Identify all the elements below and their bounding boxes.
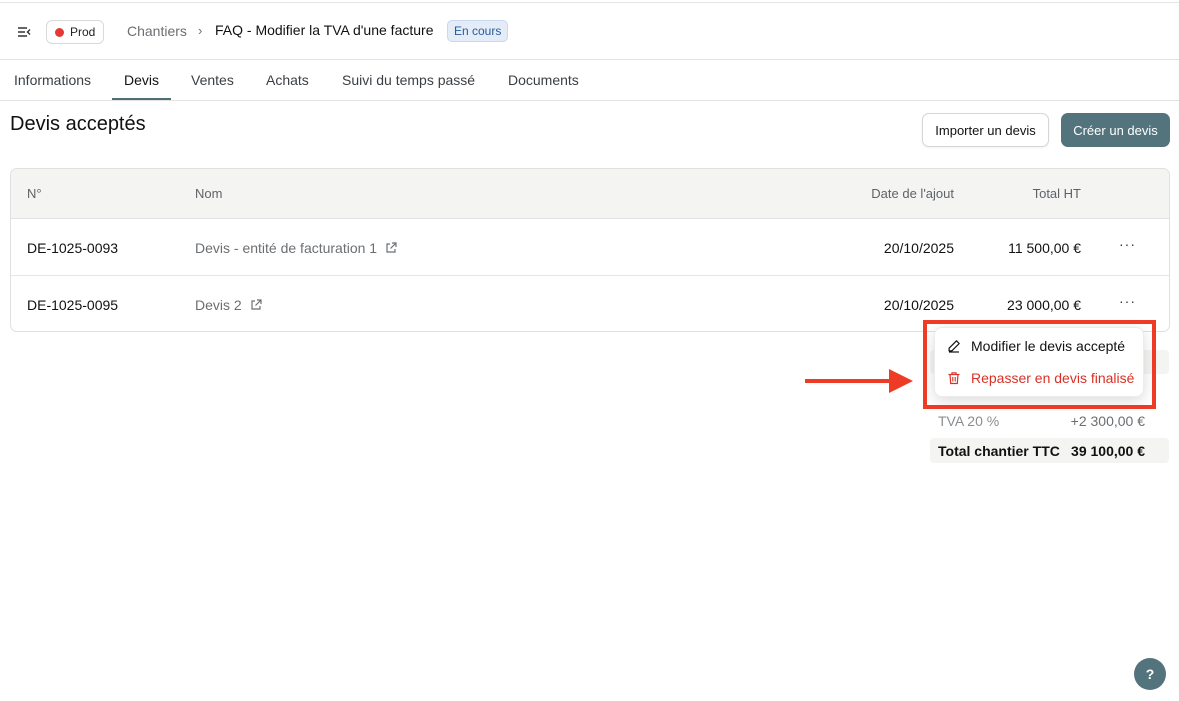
tab-bar: Informations Devis Ventes Achats Suivi d… [0,60,1179,101]
breadcrumb-separator: › [198,23,203,38]
column-header-date: Date de l'ajout [871,186,954,201]
tva-label: TVA 20 % [938,413,1000,429]
sidebar-toggle-icon[interactable] [16,24,32,40]
quote-name: Devis 2 [195,297,242,313]
header-bar: Prod Chantiers › FAQ - Modifier la TVA d… [0,3,1179,60]
table-row[interactable]: DE-1025-0093 Devis - entité de facturati… [11,219,1169,276]
annotation-highlight-box [923,320,1156,409]
row-actions-button[interactable]: ··· [1119,236,1136,252]
tab-informations[interactable]: Informations [14,72,91,88]
external-link-icon [251,299,262,310]
tab-achats[interactable]: Achats [266,72,309,88]
quote-date: 20/10/2025 [883,297,954,313]
column-header-total: Total HT [1032,186,1081,201]
quote-number: DE-1025-0093 [27,240,119,256]
page-title: Devis acceptés [10,113,146,135]
quote-name-link[interactable]: Devis - entité de facturation 1 [195,240,397,256]
environment-badge: Prod [46,20,105,44]
page-breadcrumb-title: FAQ - Modifier la TVA d'une facture [215,22,434,38]
status-badge: En cours [447,20,509,42]
quote-name: Devis - entité de facturation 1 [195,240,378,256]
quote-number: DE-1025-0095 [27,297,119,313]
total-ttc-label: Total chantier TTC [938,443,1060,459]
tab-suivi-temps[interactable]: Suivi du temps passé [342,72,475,88]
total-ttc-row: Total chantier TTC 39 100,00 € [930,438,1169,463]
tab-documents[interactable]: Documents [508,72,579,88]
quote-name-link[interactable]: Devis 2 [195,297,262,313]
import-quote-button[interactable]: Importer un devis [922,113,1049,147]
active-tab-indicator [112,98,171,100]
breadcrumb-chantiers[interactable]: Chantiers [127,23,187,39]
arrow-right-icon [805,369,913,393]
accepted-quotes-table: N° Nom Date de l'ajout Total HT DE-1025-… [10,168,1170,332]
environment-label: Prod [70,25,96,39]
total-ttc-value: 39 100,00 € [1071,443,1145,459]
quote-total: 23 000,00 € [1007,297,1081,313]
column-header-number: N° [27,186,42,201]
quote-total: 11 500,00 € [1008,240,1081,256]
column-header-name: Nom [195,186,223,201]
table-header: N° Nom Date de l'ajout Total HT [11,169,1169,219]
status-dot-icon [55,27,64,37]
help-icon[interactable]: ? [1134,658,1166,690]
row-actions-button[interactable]: ··· [1119,293,1136,309]
create-quote-button[interactable]: Créer un devis [1061,113,1170,147]
tva-value: +2 300,00 € [1070,413,1145,429]
quote-date: 20/10/2025 [883,240,954,256]
external-link-icon [386,242,397,253]
tab-ventes[interactable]: Ventes [191,72,234,88]
tab-devis[interactable]: Devis [124,72,159,88]
